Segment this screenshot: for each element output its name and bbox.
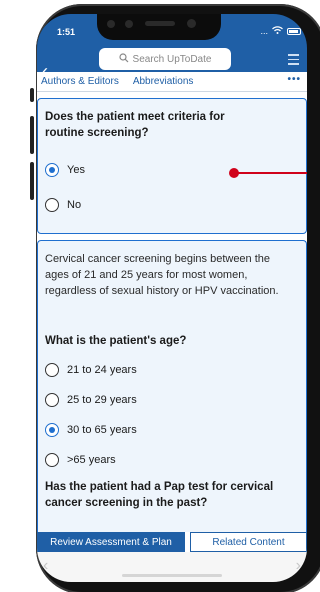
topic-tab-bar: Authors & Editors Abbreviations ••• bbox=[37, 72, 307, 92]
option-label: No bbox=[67, 199, 82, 211]
radio-unselected-icon[interactable] bbox=[45, 198, 59, 212]
option-label: 30 to 65 years bbox=[67, 424, 137, 436]
volume-up-button bbox=[30, 116, 34, 154]
status-icons: ... bbox=[260, 26, 301, 36]
assessment-content: Does the patient meet criteria for routi… bbox=[37, 92, 307, 532]
option-age-25-29[interactable]: 25 to 29 years bbox=[45, 393, 137, 407]
option-age-over-65[interactable]: >65 years bbox=[45, 453, 116, 467]
status-time: 1:51 bbox=[57, 27, 76, 37]
option-label: 21 to 24 years bbox=[67, 364, 137, 376]
notch bbox=[97, 14, 221, 40]
option-label: 25 to 29 years bbox=[67, 394, 137, 406]
search-input[interactable]: Search UpToDate bbox=[99, 48, 231, 70]
option-age-21-24[interactable]: 21 to 24 years bbox=[45, 363, 137, 377]
action-bar: Review Assessment & Plan Related Content bbox=[37, 532, 307, 552]
signal-dots-icon: ... bbox=[260, 26, 268, 36]
battery-icon bbox=[287, 27, 301, 35]
tab-abbreviations[interactable]: Abbreviations bbox=[133, 76, 194, 87]
radio-unselected-icon[interactable] bbox=[45, 363, 59, 377]
search-icon bbox=[118, 52, 129, 66]
search-placeholder: Search UpToDate bbox=[132, 53, 212, 65]
hamburger-menu-icon[interactable] bbox=[288, 54, 299, 68]
option-age-30-65[interactable]: 30 to 65 years bbox=[45, 423, 137, 437]
browser-footer: ‹ › bbox=[37, 552, 307, 582]
question-title: Has the patient had a Pap test for cervi… bbox=[45, 481, 274, 509]
question-card-age: Cervical cancer screening begins between… bbox=[37, 240, 307, 532]
annotation-pointer-line bbox=[236, 172, 307, 174]
review-assessment-button[interactable]: Review Assessment & Plan bbox=[37, 532, 185, 552]
guidance-text: Cervical cancer screening begins between… bbox=[45, 253, 279, 297]
question-title: What is the patient's age? bbox=[45, 335, 187, 347]
option-label: >65 years bbox=[67, 454, 116, 466]
radio-selected-icon[interactable] bbox=[45, 163, 59, 177]
chevron-right-icon[interactable]: › bbox=[296, 557, 301, 575]
option-label: Yes bbox=[67, 164, 85, 176]
tab-authors-editors[interactable]: Authors & Editors bbox=[41, 76, 119, 87]
question-card-screening: Does the patient meet criteria for routi… bbox=[37, 98, 307, 234]
option-yes[interactable]: Yes bbox=[45, 163, 85, 177]
option-no[interactable]: No bbox=[45, 198, 81, 212]
question-title: Does the patient meet criteria for routi… bbox=[45, 111, 225, 139]
more-options-icon[interactable]: ••• bbox=[287, 74, 301, 85]
related-content-button[interactable]: Related Content bbox=[190, 532, 307, 552]
home-indicator bbox=[122, 574, 222, 577]
volume-down-button bbox=[30, 162, 34, 200]
chevron-left-icon[interactable]: ‹ bbox=[43, 557, 48, 575]
radio-unselected-icon[interactable] bbox=[45, 393, 59, 407]
wifi-icon bbox=[272, 26, 283, 36]
phone-screen: 1:51 ... ‹ Search UpToDate Authors & Edi… bbox=[37, 14, 307, 582]
radio-selected-icon[interactable] bbox=[45, 423, 59, 437]
radio-unselected-icon[interactable] bbox=[45, 453, 59, 467]
mute-switch bbox=[30, 88, 34, 102]
